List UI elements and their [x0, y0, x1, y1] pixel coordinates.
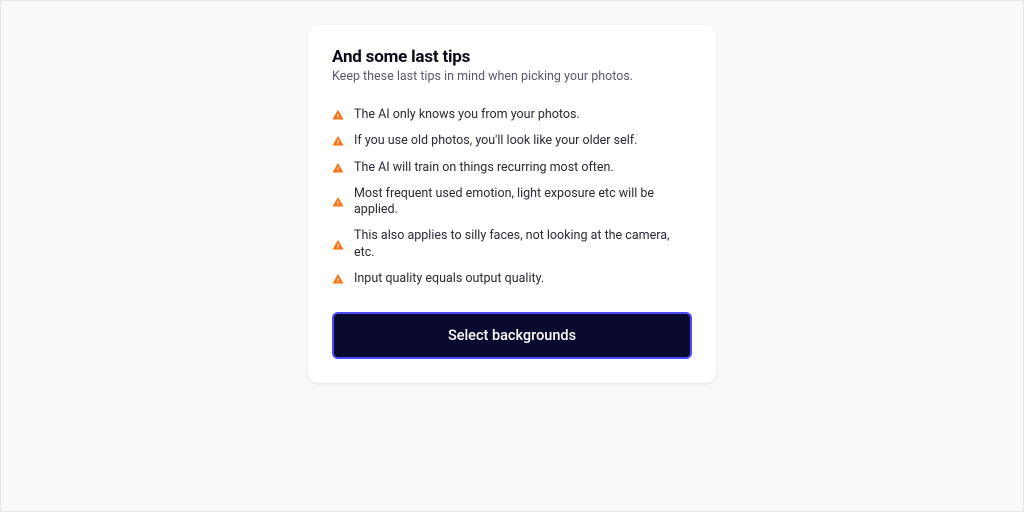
list-item: Most frequent used emotion, light exposu…: [332, 181, 692, 224]
warning-icon: [332, 109, 344, 121]
list-item: This also applies to silly faces, not lo…: [332, 223, 692, 266]
warning-icon: [332, 273, 344, 285]
card-subtitle: Keep these last tips in mind when pickin…: [332, 69, 692, 84]
tip-text: Input quality equals output quality.: [354, 271, 544, 287]
tips-list: The AI only knows you from your photos. …: [332, 102, 692, 292]
warning-icon: [332, 162, 344, 174]
list-item: The AI will train on things recurring mo…: [332, 155, 692, 181]
warning-icon: [332, 196, 344, 208]
tip-text: The AI will train on things recurring mo…: [354, 160, 614, 176]
select-backgrounds-button[interactable]: Select backgrounds: [332, 312, 692, 359]
tip-text: The AI only knows you from your photos.: [354, 107, 580, 123]
warning-icon: [332, 135, 344, 147]
tip-text: If you use old photos, you'll look like …: [354, 133, 637, 149]
tip-text: This also applies to silly faces, not lo…: [354, 228, 692, 261]
card-title: And some last tips: [332, 47, 692, 67]
list-item: Input quality equals output quality.: [332, 266, 692, 292]
warning-icon: [332, 239, 344, 251]
list-item: The AI only knows you from your photos.: [332, 102, 692, 128]
list-item: If you use old photos, you'll look like …: [332, 128, 692, 154]
tip-text: Most frequent used emotion, light exposu…: [354, 186, 692, 219]
tips-card: And some last tips Keep these last tips …: [308, 25, 716, 383]
